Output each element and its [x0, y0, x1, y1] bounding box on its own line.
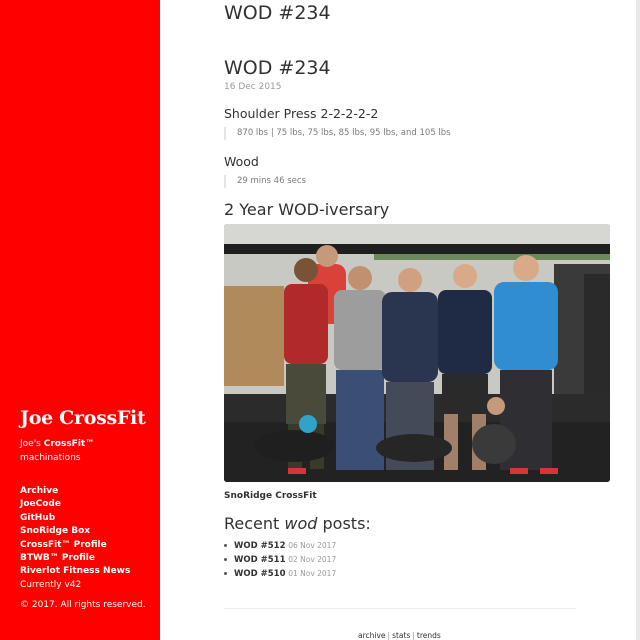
- nav-crossfit-profile[interactable]: CrossFit™ Profile: [20, 539, 130, 552]
- recent-title-em: wod: [284, 514, 318, 533]
- recent-posts-title: Recent wod posts:: [224, 514, 371, 533]
- bullet-icon: [224, 558, 227, 561]
- copyright: © 2017. All rights reserved.: [20, 600, 146, 610]
- post-date: 16 Dec 2015: [224, 82, 282, 92]
- bullet-icon: [224, 544, 227, 547]
- site-tagline: Joe's CrossFit™ machinations: [20, 437, 140, 465]
- divider: [224, 608, 576, 609]
- tagline-strong: CrossFit™: [43, 439, 95, 449]
- nav-snoridge-box[interactable]: SnoRidge Box: [20, 525, 130, 538]
- recent-title-prefix: Recent: [224, 514, 285, 533]
- list-item: WOD #512 06 Nov 2017: [224, 539, 336, 553]
- tagline-prefix: Joe's: [20, 439, 44, 449]
- recent-post-link[interactable]: WOD #510: [234, 569, 285, 579]
- tagline-suffix: machinations: [20, 453, 81, 463]
- nav-riverlot-news[interactable]: Riverlot Fitness News: [20, 565, 130, 578]
- page-title: WOD #234: [224, 2, 331, 24]
- section-result: 870 lbs | 75 lbs, 75 lbs, 85 lbs, 95 lbs…: [224, 127, 451, 140]
- recent-post-date: 02 Nov 2017: [288, 555, 337, 564]
- list-item: WOD #511 02 Nov 2017: [224, 553, 336, 567]
- recent-post-link[interactable]: WOD #512: [234, 541, 285, 551]
- nav-github[interactable]: GitHub: [20, 512, 130, 525]
- section-heading: Shoulder Press 2-2-2-2-2: [224, 106, 379, 121]
- sidebar-nav: Archive JoeCode GitHub SnoRidge Box Cros…: [20, 485, 130, 592]
- recent-post-date: 01 Nov 2017: [288, 569, 337, 578]
- recent-post-date: 06 Nov 2017: [288, 541, 337, 550]
- nav-joecode[interactable]: JoeCode: [20, 498, 130, 511]
- group-photo: [224, 224, 610, 482]
- nav-archive[interactable]: Archive: [20, 485, 130, 498]
- section-result: 29 mins 46 secs: [224, 175, 306, 188]
- bullet-icon: [224, 572, 227, 575]
- recent-title-suffix: posts:: [317, 514, 371, 533]
- section-heading: Wood: [224, 154, 259, 169]
- post-subheading: 2 Year WOD-iversary: [224, 200, 390, 219]
- footer-links: archive | stats | trends: [358, 631, 441, 640]
- version-text: Currently v42: [20, 579, 82, 590]
- recent-post-link[interactable]: WOD #511: [234, 555, 285, 565]
- photo-caption: SnoRidge CrossFit: [224, 491, 317, 501]
- footer-separator: |: [387, 631, 391, 640]
- nav-btwb-profile[interactable]: BTWB™ Profile: [20, 552, 130, 565]
- footer-separator: |: [412, 631, 415, 640]
- footer-link-archive[interactable]: archive: [358, 631, 386, 640]
- scrollbar[interactable]: [636, 0, 640, 640]
- footer-link-trends[interactable]: trends: [417, 631, 441, 640]
- sidebar: Joe CrossFit Joe's CrossFit™ machination…: [0, 0, 160, 640]
- footer-link-stats[interactable]: stats: [392, 631, 410, 640]
- site-title[interactable]: Joe CrossFit: [20, 407, 146, 429]
- post-title[interactable]: WOD #234: [224, 57, 331, 79]
- recent-posts-list: WOD #512 06 Nov 2017 WOD #511 02 Nov 201…: [224, 539, 336, 581]
- list-item: WOD #510 01 Nov 2017: [224, 567, 336, 581]
